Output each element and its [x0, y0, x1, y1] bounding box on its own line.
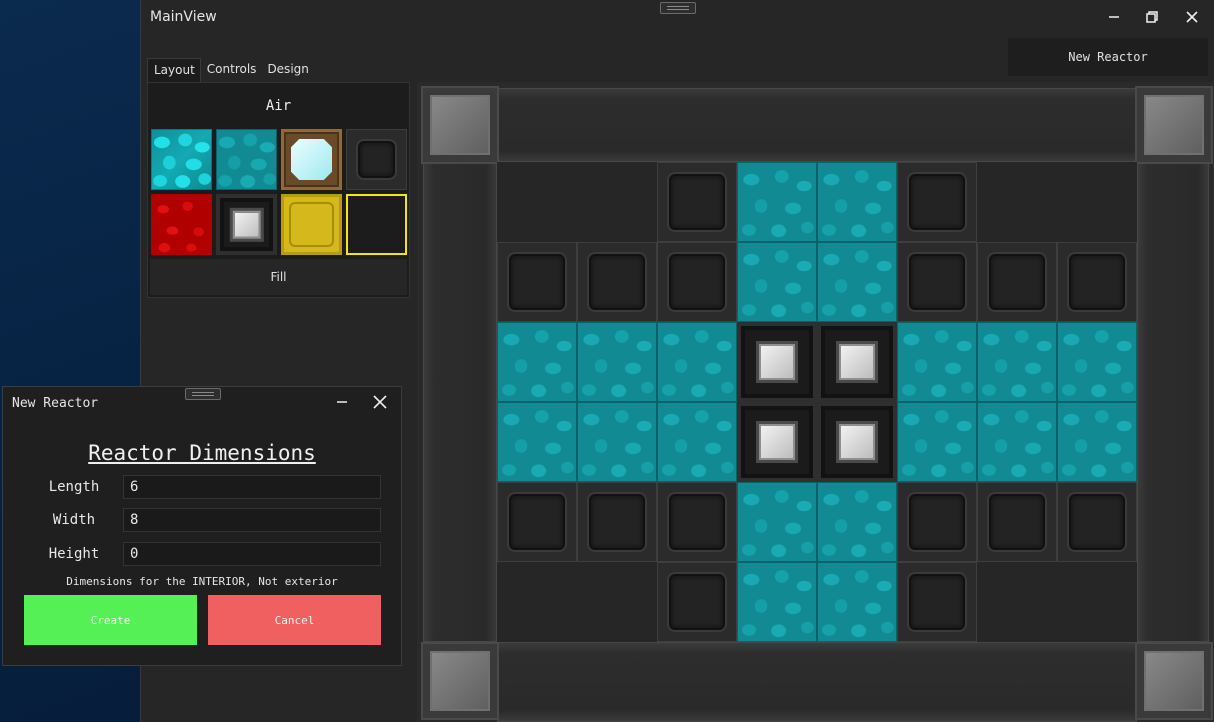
reactor-cell-coolant[interactable] — [497, 322, 577, 402]
height-label: Height — [48, 546, 100, 562]
close-icon — [1186, 11, 1198, 23]
reactor-cell-casing[interactable] — [897, 162, 977, 242]
reactor-cell-casing[interactable] — [977, 242, 1057, 322]
close-button[interactable] — [1177, 4, 1207, 30]
reactor-cell-coolant[interactable] — [817, 482, 897, 562]
reactor-cell-coolant[interactable] — [737, 482, 817, 562]
reactor-cell-casing[interactable] — [657, 562, 737, 642]
reactor-cell-casing[interactable] — [897, 242, 977, 322]
dialog-minimize-button[interactable] — [327, 389, 357, 415]
new-reactor-button[interactable]: New Reactor — [1008, 38, 1208, 76]
reactor-cell-casing[interactable] — [657, 162, 737, 242]
reactor-corner-bottom-right — [1135, 642, 1213, 720]
reactor-cell-coolant[interactable] — [817, 162, 897, 242]
dialog-title: New Reactor — [12, 396, 99, 411]
reactor-cell-casing[interactable] — [497, 242, 577, 322]
reactor-corner-bottom-left — [421, 642, 499, 720]
tab-design[interactable]: Design — [261, 58, 313, 83]
reactor-cell-casing[interactable] — [657, 242, 737, 322]
minimize-button[interactable] — [1099, 4, 1129, 30]
reactor-cell-coolant[interactable] — [897, 322, 977, 402]
reactor-cell-empty[interactable] — [977, 162, 1057, 242]
palette-yellow-block[interactable] — [281, 194, 342, 255]
reactor-cell-empty[interactable] — [497, 162, 577, 242]
palette-coolant-dark-block[interactable] — [216, 129, 277, 190]
reactor-cell-coolant[interactable] — [817, 562, 897, 642]
reactor-cell-casing[interactable] — [1057, 242, 1137, 322]
reactor-cell-casing[interactable] — [1057, 482, 1137, 562]
create-button[interactable]: Create — [24, 595, 197, 645]
reactor-cell-fuel-rod[interactable] — [817, 402, 897, 482]
reactor-cell-casing[interactable] — [657, 482, 737, 562]
width-field[interactable] — [123, 508, 381, 532]
block-palette: Air Fill — [147, 82, 410, 298]
new-reactor-dialog: New Reactor Reactor Dimensions Length Wi… — [2, 386, 402, 666]
reactor-cell-empty[interactable] — [497, 562, 577, 642]
reactor-cell-empty[interactable] — [577, 562, 657, 642]
dialog-heading: Reactor Dimensions — [88, 441, 316, 465]
reactor-cell-coolant[interactable] — [577, 402, 657, 482]
cancel-button[interactable]: Cancel — [208, 595, 381, 645]
reactor-cell-casing[interactable] — [897, 482, 977, 562]
window-title: MainView — [150, 9, 217, 25]
reactor-frame-top — [497, 88, 1137, 162]
palette-air-block[interactable] — [346, 194, 407, 255]
tab-strip: Layout Controls Design — [147, 58, 314, 83]
reactor-frame-bottom — [497, 642, 1137, 722]
reactor-frame-right — [1137, 162, 1209, 642]
reactor-cell-coolant[interactable] — [897, 402, 977, 482]
dimensions-note: Dimensions for the INTERIOR, Not exterio… — [66, 575, 338, 588]
reactor-cell-coolant[interactable] — [1057, 402, 1137, 482]
minimize-icon — [337, 401, 347, 403]
palette-redstone-block[interactable] — [151, 194, 212, 255]
reactor-cell-casing[interactable] — [497, 482, 577, 562]
reactor-cell-coolant[interactable] — [657, 402, 737, 482]
reactor-cell-empty[interactable] — [577, 162, 657, 242]
reactor-cell-fuel-rod[interactable] — [817, 322, 897, 402]
reactor-cell-casing[interactable] — [977, 482, 1057, 562]
palette-casing-block[interactable] — [346, 129, 407, 190]
reactor-cell-fuel-rod[interactable] — [737, 402, 817, 482]
reactor-cell-coolant[interactable] — [977, 402, 1057, 482]
reactor-cell-coolant[interactable] — [737, 562, 817, 642]
width-label: Width — [52, 512, 96, 528]
dialog-close-button[interactable] — [365, 389, 395, 415]
reactor-cell-coolant[interactable] — [657, 322, 737, 402]
reactor-cell-coolant[interactable] — [977, 322, 1057, 402]
dialog-drag-grip-icon[interactable] — [185, 388, 221, 400]
close-icon — [373, 395, 387, 409]
reactor-cell-casing[interactable] — [897, 562, 977, 642]
minimize-icon — [1109, 16, 1119, 18]
palette-coolant-block[interactable] — [151, 129, 212, 190]
height-field[interactable] — [123, 542, 381, 566]
length-field[interactable] — [123, 475, 381, 499]
palette-glass-block[interactable] — [281, 129, 342, 190]
reactor-cell-coolant[interactable] — [737, 242, 817, 322]
reactor-cell-fuel-rod[interactable] — [737, 322, 817, 402]
reactor-cell-empty[interactable] — [1057, 162, 1137, 242]
restore-button[interactable] — [1137, 4, 1167, 30]
reactor-corner-top-right — [1135, 86, 1213, 164]
reactor-cell-coolant[interactable] — [737, 162, 817, 242]
main-titlebar[interactable]: MainView — [141, 0, 1214, 34]
palette-fuel-rod-block[interactable] — [216, 194, 277, 255]
reactor-cell-coolant[interactable] — [577, 322, 657, 402]
reactor-view — [417, 82, 1214, 722]
reactor-cell-coolant[interactable] — [817, 242, 897, 322]
fill-button[interactable]: Fill — [150, 259, 407, 295]
reactor-cell-casing[interactable] — [577, 482, 657, 562]
selected-block-name: Air — [265, 98, 292, 114]
reactor-cell-coolant[interactable] — [497, 402, 577, 482]
reactor-cell-casing[interactable] — [577, 242, 657, 322]
drag-grip-icon[interactable] — [660, 2, 696, 14]
reactor-cell-empty[interactable] — [977, 562, 1057, 642]
reactor-corner-top-left — [421, 86, 499, 164]
tab-controls[interactable]: Controls — [201, 58, 262, 83]
length-label: Length — [48, 479, 100, 495]
restore-icon — [1146, 11, 1158, 23]
reactor-cell-empty[interactable] — [1057, 562, 1137, 642]
reactor-frame-left — [423, 162, 497, 642]
tab-layout[interactable]: Layout — [147, 58, 201, 83]
reactor-cell-coolant[interactable] — [1057, 322, 1137, 402]
